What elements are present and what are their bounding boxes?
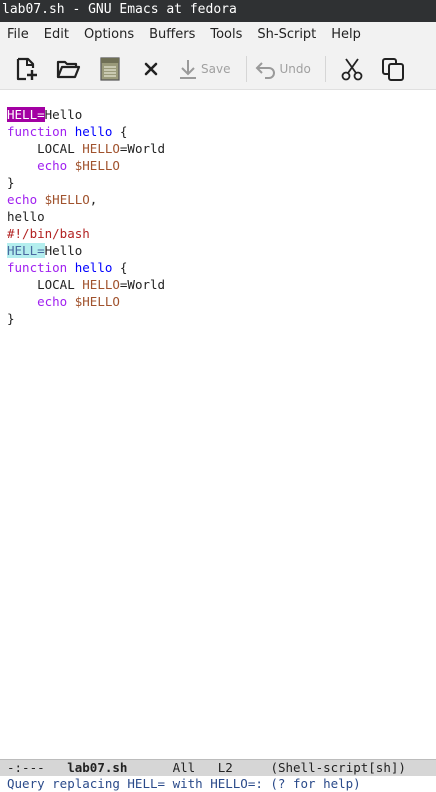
code-line: hello xyxy=(7,209,45,224)
menu-help[interactable]: Help xyxy=(324,22,369,48)
search-match: HELL= xyxy=(7,243,45,258)
menu-tools[interactable]: Tools xyxy=(203,22,250,48)
cut-button[interactable] xyxy=(340,53,364,85)
code-line: } xyxy=(7,311,15,326)
copy-button[interactable] xyxy=(380,53,406,85)
menu-file[interactable]: File xyxy=(0,22,37,48)
search-match-current: HELL= xyxy=(7,107,45,122)
undo-button[interactable]: Undo xyxy=(255,53,311,85)
modeline-line: L2 xyxy=(217,760,233,775)
modeline-position: All xyxy=(172,760,196,775)
copy-icon xyxy=(381,57,404,81)
menu-buffers[interactable]: Buffers xyxy=(142,22,203,48)
menu-options[interactable]: Options xyxy=(77,22,142,48)
window-title: lab07.sh - GNU Emacs at fedora xyxy=(0,0,436,22)
minibuffer-prompt[interactable]: Query replacing HELL= with HELLO=: (? fo… xyxy=(0,776,436,792)
code-line: function hello { xyxy=(7,260,128,275)
menu-sh-script[interactable]: Sh-Script xyxy=(250,22,324,48)
undo-label: Undo xyxy=(279,61,311,76)
toolbar-separator-2 xyxy=(324,55,326,82)
code-line: function hello { xyxy=(7,124,128,139)
download-icon xyxy=(180,59,196,79)
save-button[interactable]: Save xyxy=(178,53,230,85)
new-file-button[interactable] xyxy=(12,53,40,85)
close-icon xyxy=(144,62,158,75)
save-buffer-button[interactable] xyxy=(96,53,124,85)
open-file-button[interactable] xyxy=(54,53,82,85)
toolbar-separator xyxy=(246,55,248,82)
code-line: } xyxy=(7,175,15,190)
menu-edit[interactable]: Edit xyxy=(37,22,77,48)
save-label: Save xyxy=(201,61,231,76)
close-buffer-button[interactable] xyxy=(140,53,162,85)
modeline-major-mode[interactable]: (Shell-script[sh]) xyxy=(270,760,405,775)
menu-bar: File Edit Options Buffers Tools Sh-Scrip… xyxy=(0,22,436,48)
toolbar: Save Undo xyxy=(0,48,436,90)
save-buffer-icon xyxy=(100,56,120,81)
code-line: LOCAL HELLO=World xyxy=(7,277,166,292)
new-file-icon xyxy=(16,57,37,80)
modeline-buffer-name[interactable]: lab07.sh xyxy=(67,760,127,775)
open-folder-icon xyxy=(56,60,81,78)
undo-icon xyxy=(256,61,276,79)
buffer-text-area[interactable]: HELL=Hello function hello { LOCAL HELLO=… xyxy=(0,106,436,327)
modeline-status: -:--- xyxy=(7,760,45,775)
code-line: HELL=Hello xyxy=(7,243,83,258)
code-line: echo $HELLO, xyxy=(7,192,98,207)
cut-icon xyxy=(341,57,363,80)
code-line: LOCAL HELLO=World xyxy=(7,141,166,156)
code-line: echo $HELLO xyxy=(37,294,120,309)
mode-line: -:--- lab07.sh All L2 (Shell-script[sh]) xyxy=(0,759,436,776)
code-line: echo $HELLO xyxy=(37,158,120,173)
code-line: HELL=Hello xyxy=(7,107,83,122)
code-line: #!/bin/bash xyxy=(7,226,90,241)
